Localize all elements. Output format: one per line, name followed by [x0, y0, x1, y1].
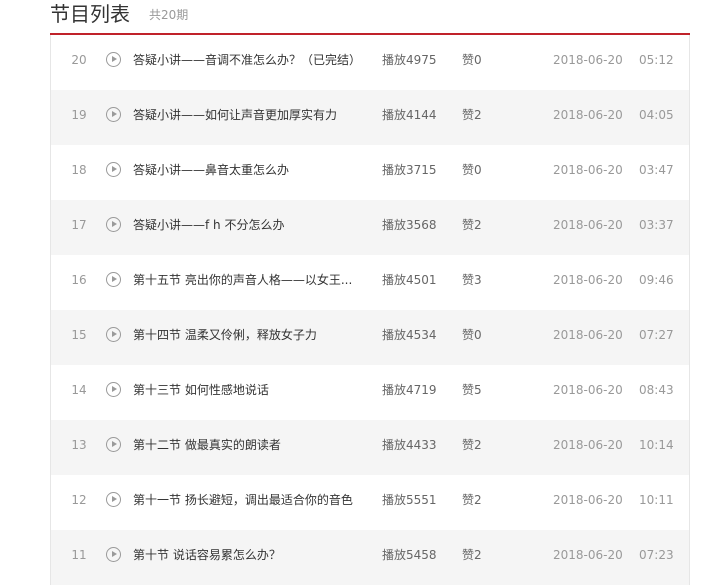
play-count: 播放4975: [382, 53, 437, 67]
play-icon[interactable]: [106, 217, 121, 232]
duration: 09:46: [639, 273, 674, 287]
play-icon[interactable]: [106, 162, 121, 177]
episode-number: 12: [71, 493, 87, 507]
play-icon[interactable]: [106, 437, 121, 452]
episode-title-link[interactable]: 第十一节 扬长避短，调出最适合你的音色: [133, 475, 363, 526]
episode-number: 14: [71, 383, 87, 397]
episode-list: 20 答疑小讲——音调不准怎么办？（已完结） 播放4975 赞0 2018-06…: [50, 35, 690, 585]
like-count: 赞3: [462, 273, 482, 287]
duration: 03:47: [639, 163, 674, 177]
episode-number: 15: [71, 328, 87, 342]
like-count: 赞0: [462, 53, 482, 67]
duration: 08:43: [639, 383, 674, 397]
episode-title-link[interactable]: 第十四节 温柔又伶俐，释放女子力: [133, 310, 363, 361]
episode-title-link[interactable]: 第十节 说话容易累怎么办？: [133, 530, 363, 581]
play-count: 播放5458: [382, 548, 437, 562]
episode-row[interactable]: 16 第十五节 亮出你的声音人格——以女王... 播放4501 赞3 2018-…: [51, 255, 689, 310]
duration: 07:23: [639, 548, 674, 562]
duration: 07:27: [639, 328, 674, 342]
publish-date: 2018-06-20: [553, 218, 623, 232]
play-count: 播放3568: [382, 218, 437, 232]
play-icon[interactable]: [106, 382, 121, 397]
publish-date: 2018-06-20: [553, 438, 623, 452]
episode-row[interactable]: 19 答疑小讲——如何让声音更加厚实有力 播放4144 赞2 2018-06-2…: [51, 90, 689, 145]
episode-number: 19: [71, 108, 87, 122]
play-icon[interactable]: [106, 107, 121, 122]
duration: 03:37: [639, 218, 674, 232]
episode-number: 11: [71, 548, 87, 562]
episode-number: 18: [71, 163, 87, 177]
episode-number: 17: [71, 218, 87, 232]
episode-row[interactable]: 14 第十三节 如何性感地说话 播放4719 赞5 2018-06-20 08:…: [51, 365, 689, 420]
like-count: 赞2: [462, 438, 482, 452]
episode-number: 13: [71, 438, 87, 452]
play-count: 播放4501: [382, 273, 437, 287]
publish-date: 2018-06-20: [553, 383, 623, 397]
episode-title-link[interactable]: 第十二节 做最真实的朗读者: [133, 420, 363, 471]
like-count: 赞2: [462, 218, 482, 232]
publish-date: 2018-06-20: [553, 163, 623, 177]
like-count: 赞2: [462, 108, 482, 122]
like-count: 赞2: [462, 548, 482, 562]
like-count: 赞2: [462, 493, 482, 507]
publish-date: 2018-06-20: [553, 53, 623, 67]
episode-title-link[interactable]: 答疑小讲——如何让声音更加厚实有力: [133, 90, 363, 141]
episode-row[interactable]: 17 答疑小讲——f h 不分怎么办 播放3568 赞2 2018-06-20 …: [51, 200, 689, 255]
episode-row[interactable]: 13 第十二节 做最真实的朗读者 播放4433 赞2 2018-06-20 10…: [51, 420, 689, 475]
episode-title-link[interactable]: 第十三节 如何性感地说话: [133, 365, 363, 416]
play-count: 播放4433: [382, 438, 437, 452]
episode-count: 共20期: [149, 8, 189, 22]
play-icon[interactable]: [106, 52, 121, 67]
episode-number: 16: [71, 273, 87, 287]
episode-title-link[interactable]: 第十五节 亮出你的声音人格——以女王...: [133, 255, 363, 306]
play-count: 播放3715: [382, 163, 437, 177]
duration: 10:11: [639, 493, 674, 507]
publish-date: 2018-06-20: [553, 328, 623, 342]
duration: 10:14: [639, 438, 674, 452]
program-list-header: 节目列表 共20期: [50, 0, 690, 35]
episode-row[interactable]: 12 第十一节 扬长避短，调出最适合你的音色 播放5551 赞2 2018-06…: [51, 475, 689, 530]
episode-title-link[interactable]: 答疑小讲——鼻音太重怎么办: [133, 145, 363, 196]
program-list-title: 节目列表: [50, 2, 130, 26]
like-count: 赞0: [462, 163, 482, 177]
like-count: 赞5: [462, 383, 482, 397]
play-count: 播放5551: [382, 493, 437, 507]
duration: 04:05: [639, 108, 674, 122]
episode-row[interactable]: 20 答疑小讲——音调不准怎么办？（已完结） 播放4975 赞0 2018-06…: [51, 35, 689, 90]
duration: 05:12: [639, 53, 674, 67]
like-count: 赞0: [462, 328, 482, 342]
play-icon[interactable]: [106, 327, 121, 342]
play-icon[interactable]: [106, 547, 121, 562]
play-count: 播放4144: [382, 108, 437, 122]
publish-date: 2018-06-20: [553, 108, 623, 122]
play-icon[interactable]: [106, 272, 121, 287]
publish-date: 2018-06-20: [553, 548, 623, 562]
episode-number: 20: [71, 53, 87, 67]
episode-title-link[interactable]: 答疑小讲——音调不准怎么办？（已完结）: [133, 35, 363, 86]
episode-title-link[interactable]: 答疑小讲——f h 不分怎么办: [133, 200, 363, 251]
play-count: 播放4719: [382, 383, 437, 397]
publish-date: 2018-06-20: [553, 273, 623, 287]
play-icon[interactable]: [106, 492, 121, 507]
play-count: 播放4534: [382, 328, 437, 342]
publish-date: 2018-06-20: [553, 493, 623, 507]
episode-row[interactable]: 18 答疑小讲——鼻音太重怎么办 播放3715 赞0 2018-06-20 03…: [51, 145, 689, 200]
episode-row[interactable]: 15 第十四节 温柔又伶俐，释放女子力 播放4534 赞0 2018-06-20…: [51, 310, 689, 365]
